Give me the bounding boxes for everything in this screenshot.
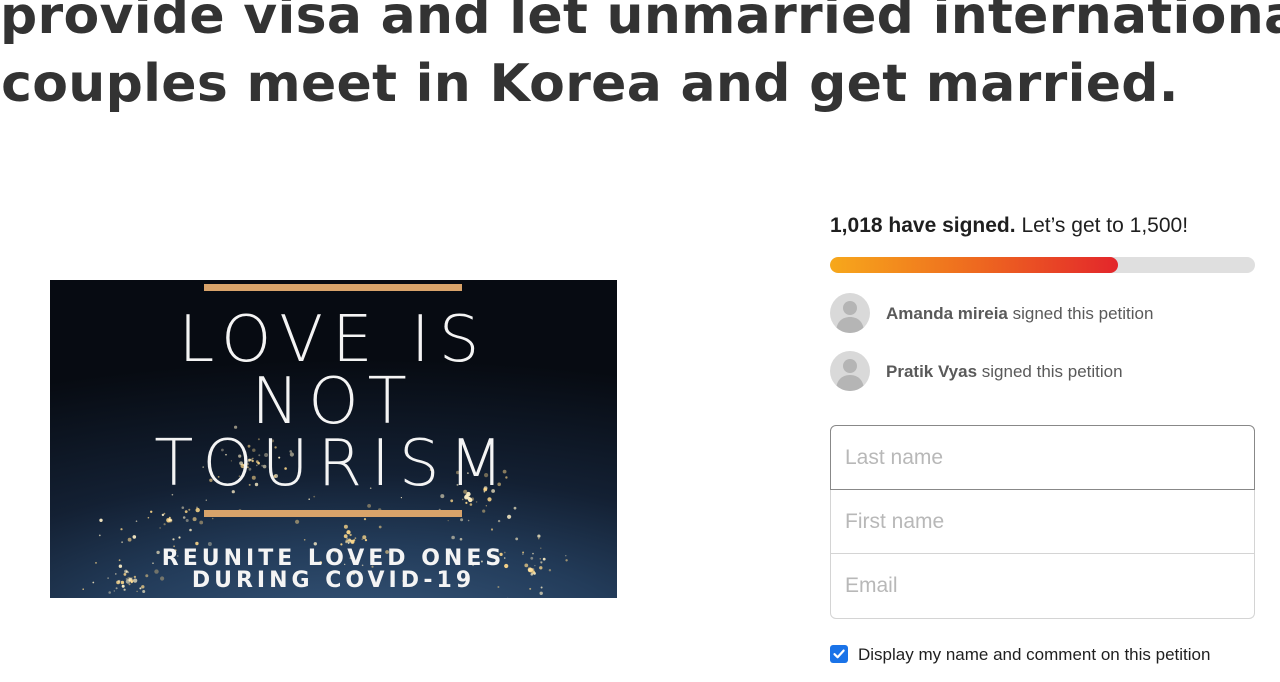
city-light-dot [539,591,543,595]
recent-signer: Pratik Vyas signed this petition [830,351,1255,391]
city-light-dot [182,516,186,519]
city-light-dot [99,518,103,522]
city-light-dot [343,534,348,539]
city-light-dot [537,534,541,538]
city-light-dot [347,542,350,544]
city-light-dot [367,504,371,508]
petition-title-line-1: provide visa and let unmarried internati… [0,0,1280,46]
city-light-dot [192,517,197,522]
signer-action: signed this petition [981,362,1123,381]
city-light-dot [475,501,478,503]
city-light-dot [513,506,517,510]
person-silhouette-icon [830,351,870,391]
city-light-dot [313,542,317,546]
recent-signer-text: Pratik Vyas signed this petition [886,361,1123,383]
petition-title-line-2: couples meet in Korea and get married. [1,54,1179,114]
city-light-dot [482,509,486,513]
city-light-dot [181,506,185,509]
signer-name: Pratik Vyas [886,362,978,381]
city-light-dot [132,535,137,539]
display-name-consent-label: Display my name and comment on this peti… [858,645,1211,664]
city-light-dot [127,537,132,542]
city-light-dot [363,518,367,521]
city-light-dot [346,530,351,535]
city-light-dot [163,523,166,526]
display-name-checkbox[interactable] [830,645,848,663]
city-light-dot [189,528,192,532]
city-light-dot [465,501,468,504]
city-light-dot [354,537,357,540]
city-light-dot [185,519,189,522]
city-light-dot [343,524,348,529]
city-light-dot [459,537,463,541]
city-light-dot [538,538,540,540]
hero-subline-2: DURING COVID-19 [191,568,476,593]
city-light-dot [98,534,101,537]
city-light-dot [490,528,494,531]
city-light-dot [178,536,181,539]
city-light-dot [121,541,123,544]
city-light-dot [161,513,165,517]
petition-title: provide visa and let unmarried internati… [0,0,1280,118]
email-input[interactable] [830,554,1255,619]
city-light-dot [507,514,512,519]
city-light-dot [211,517,214,520]
city-light-dot [349,533,352,537]
city-light-dot [361,538,363,540]
signed-count-text: 1,018 have signed. [830,214,1016,237]
person-silhouette-icon [830,293,870,333]
signer-action: signed this petition [1012,304,1154,323]
recent-signer-text: Amanda mireia signed this petition [886,303,1153,325]
city-light-dot [184,510,188,513]
city-light-dot [378,525,382,529]
city-light-dot [150,510,153,513]
signature-count: 1,018 have signed. Let’s get to 1,500! [830,212,1188,240]
city-light-dot [135,520,138,522]
city-light-dot [349,539,351,541]
city-light-dot [469,503,473,506]
city-light-dot [497,519,501,523]
city-light-dot [362,535,367,540]
petition-hero-image: LOVE IS NOT TOURISM REUNITE LOVED ONES D… [50,280,617,598]
signer-name: Amanda mireia [886,304,1008,323]
city-light-dot [467,519,470,522]
city-light-dot [364,539,368,542]
hero-headline-line-3: TOURISM [154,427,513,501]
city-light-dot [168,518,171,522]
goal-text: Let’s get to 1,500! [1021,214,1189,237]
city-light-dot [195,507,200,513]
city-light-dot [159,527,161,529]
city-light-dot [447,520,449,522]
hero-top-rule [204,284,462,291]
city-light-dot [350,540,355,545]
city-light-dot [460,518,464,522]
hero-headline-line-1: LOVE IS [178,303,489,377]
city-light-dot [451,535,455,540]
city-light-dot [345,539,349,543]
last-name-input[interactable] [830,425,1255,490]
sign-petition-form [830,425,1255,619]
city-light-dot [172,538,175,541]
city-light-dot [147,516,150,519]
city-light-dot [188,508,191,511]
city-light-dot [485,505,487,507]
first-name-input[interactable] [830,490,1255,554]
recent-signer: Amanda mireia signed this petition [830,293,1255,333]
signature-progress-bar [830,257,1255,273]
display-name-consent[interactable]: Display my name and comment on this peti… [830,644,1270,666]
hero-bottom-rule [204,510,462,517]
hero-headline-line-2: NOT [251,365,416,439]
city-light-dot [195,541,199,546]
city-light-dot [120,528,123,531]
checkmark-icon [833,649,845,659]
city-light-dot [199,520,204,525]
hero-subline-1: REUNITE LOVED ONES [161,546,506,571]
city-light-dot [196,506,198,508]
signature-progress-fill [830,257,1119,273]
city-light-dot [295,519,300,524]
city-light-dot [303,539,306,541]
city-light-dot [515,537,519,541]
